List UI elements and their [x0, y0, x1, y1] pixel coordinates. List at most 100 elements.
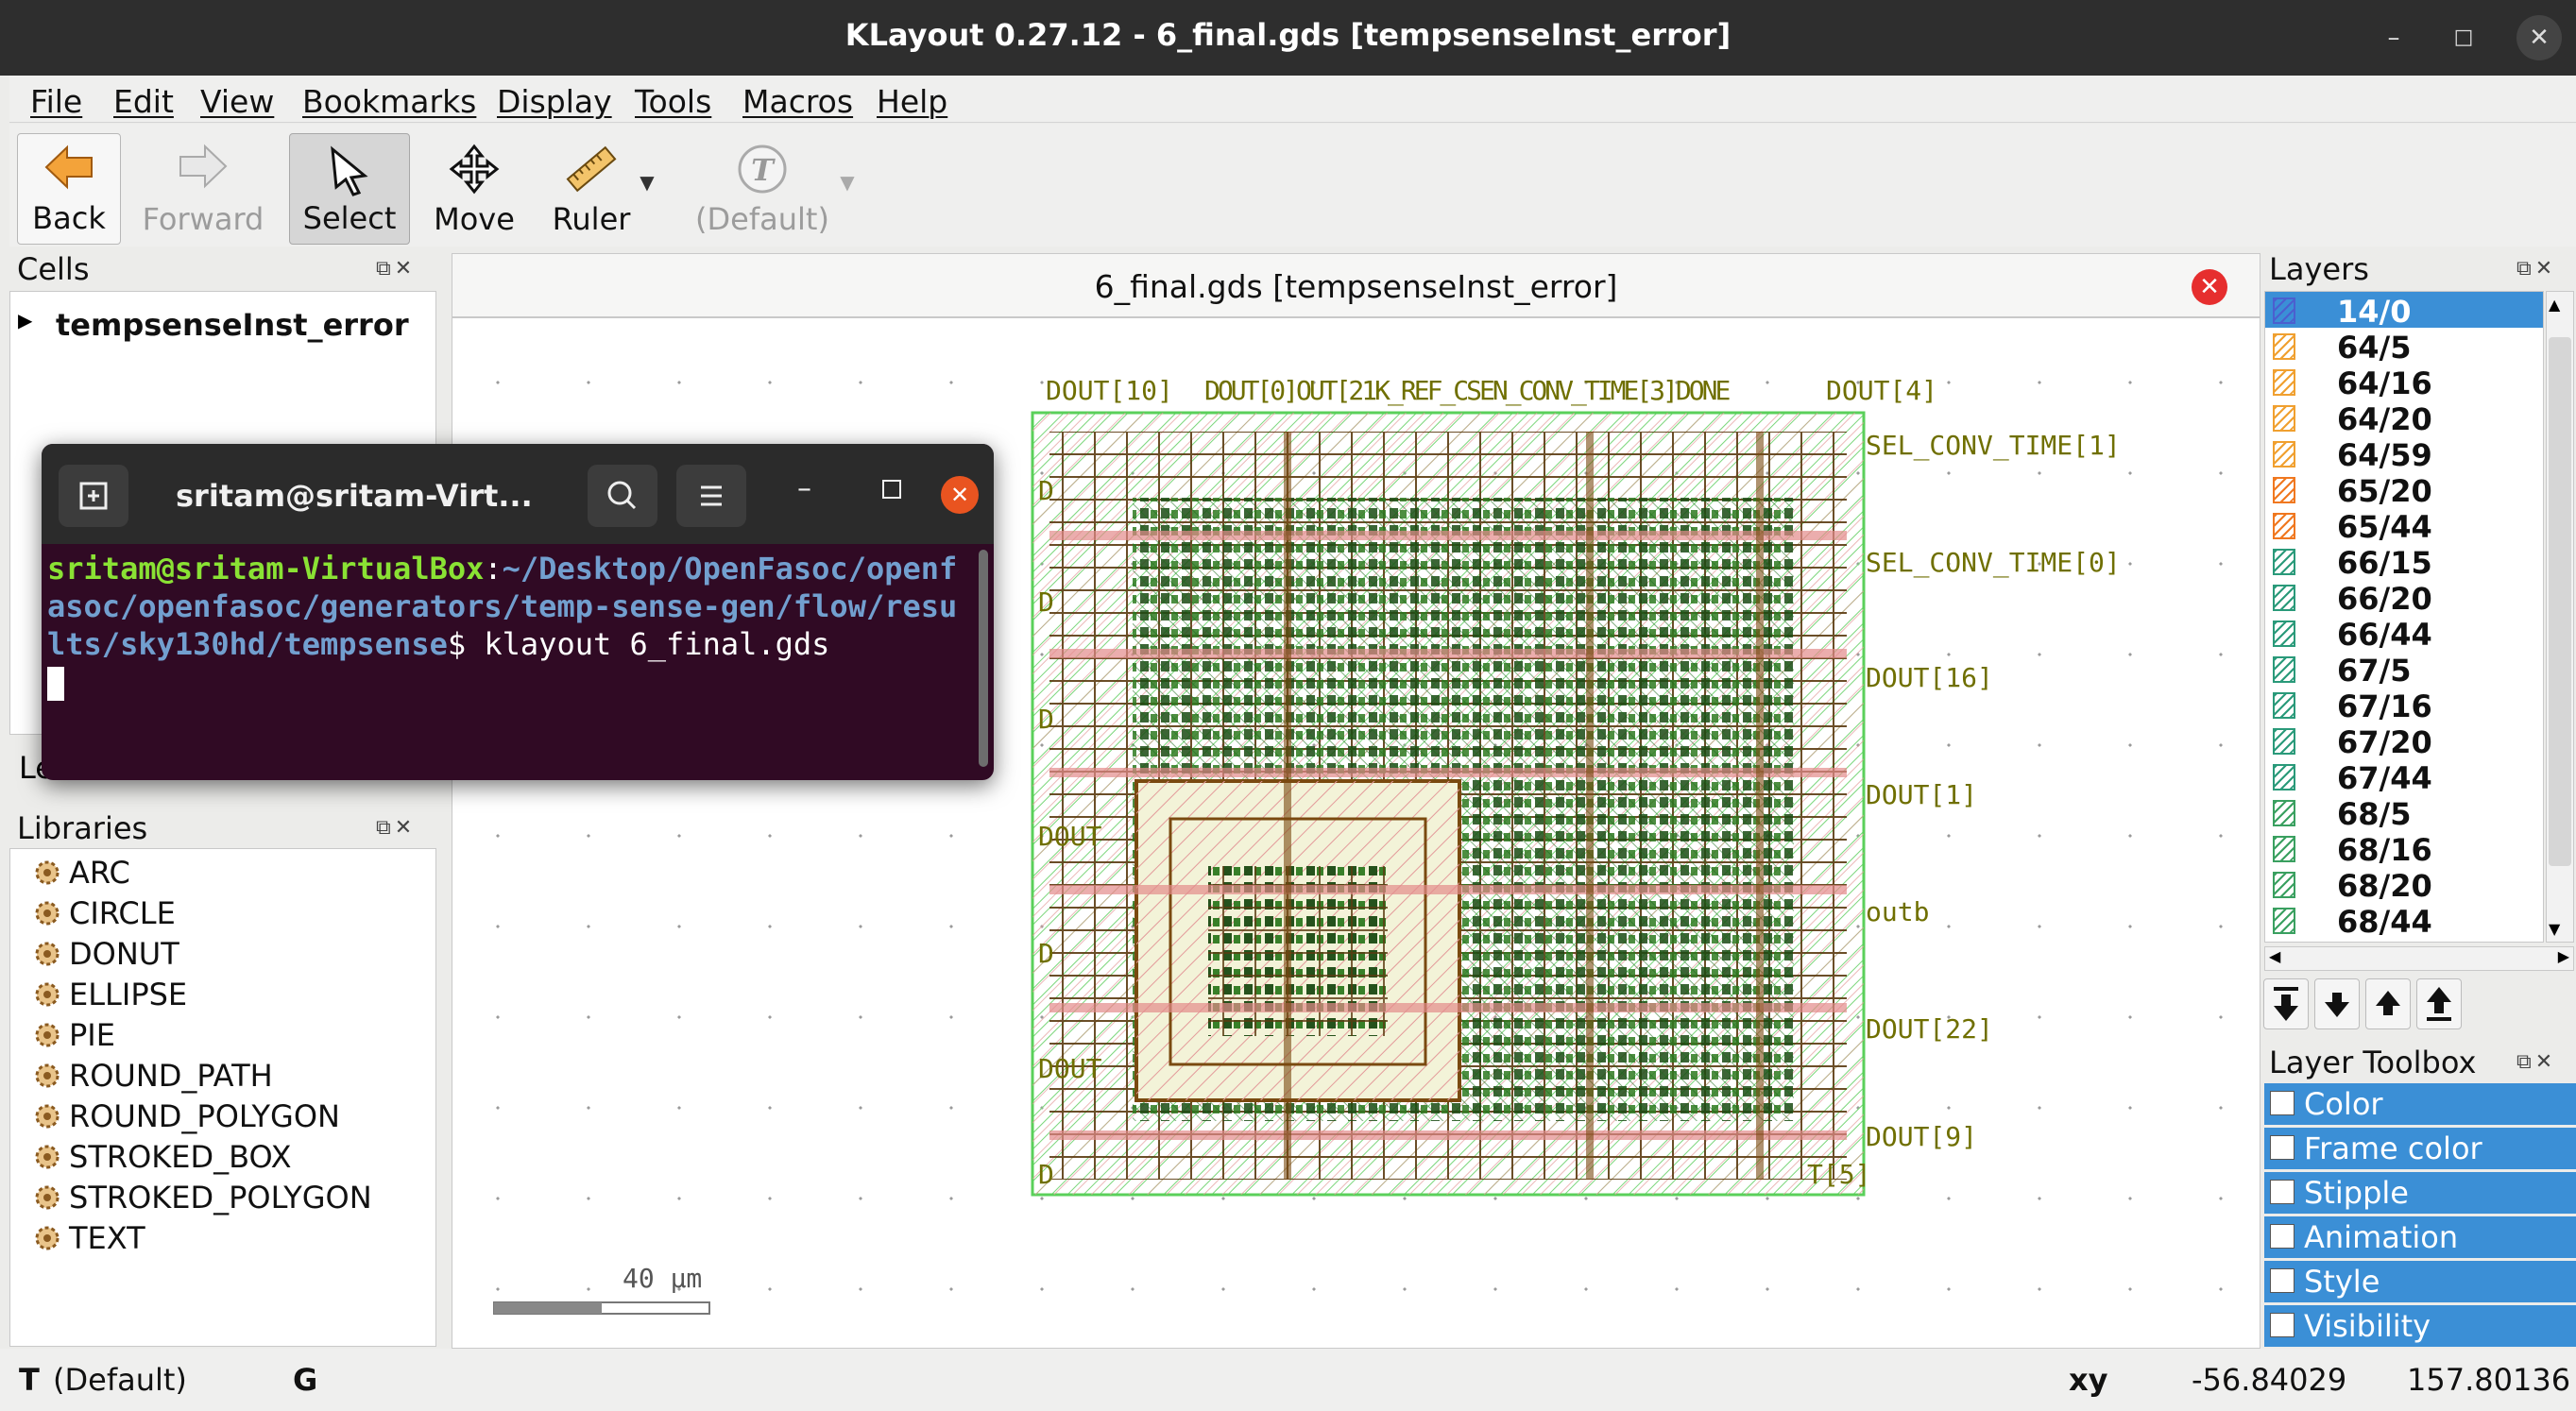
scroll-down-icon[interactable]: ▼	[2549, 920, 2560, 938]
toolbox-item-label: Style	[2304, 1264, 2380, 1300]
layer-item[interactable]: 67/5	[2265, 651, 2543, 688]
layer-item[interactable]: 64/5	[2265, 328, 2543, 366]
text-default-button[interactable]: T (Default)	[686, 133, 839, 245]
toolbox-visibility[interactable]: Visibility	[2264, 1305, 2576, 1347]
layer-item[interactable]: 68/44	[2265, 902, 2543, 940]
terminal-window[interactable]: sritam@sritam-Virt... – ✕ sritam@sritam-…	[42, 444, 994, 780]
library-item[interactable]: ROUND_POLYGON	[35, 1098, 340, 1134]
back-button[interactable]: Back	[17, 133, 121, 245]
terminal-maximize-icon[interactable]	[882, 480, 901, 499]
library-item-label: ROUND_POLYGON	[69, 1098, 340, 1134]
layer-item[interactable]: 68/5	[2265, 794, 2543, 832]
cells-panel-controls-icon[interactable]: ⧉✕	[376, 257, 416, 280]
toolbox-style[interactable]: Style	[2264, 1261, 2576, 1302]
layout-view-tab[interactable]: 6_final.gds [tempsenseInst_error] ✕	[452, 253, 2260, 317]
terminal-scrollbar[interactable]	[979, 550, 988, 767]
layer-item[interactable]: 65/20	[2265, 471, 2543, 509]
move-layer-down-icon[interactable]	[2314, 978, 2360, 1029]
layer-item[interactable]: 64/20	[2265, 400, 2543, 437]
menu-edit[interactable]: Edit	[113, 83, 174, 120]
layer-item[interactable]: 68/16	[2265, 830, 2543, 868]
layer-swatch	[2273, 908, 2295, 934]
terminal-menu-button[interactable]	[676, 465, 746, 527]
layer-item[interactable]: 67/20	[2265, 722, 2543, 760]
menu-macros[interactable]: Macros	[742, 83, 853, 120]
scroll-right-icon[interactable]: ▶	[2558, 947, 2569, 965]
toolbox-color[interactable]: Color	[2264, 1083, 2576, 1125]
layers-scrollbar[interactable]: ▲ ▼	[2546, 291, 2574, 943]
library-item[interactable]: TEXT	[35, 1220, 145, 1256]
library-item[interactable]: ROUND_PATH	[35, 1058, 273, 1094]
move-layer-up-icon[interactable]	[2365, 978, 2411, 1029]
library-item[interactable]: CIRCLE	[35, 895, 176, 931]
layer-name: 66/15	[2337, 545, 2432, 581]
checkbox[interactable]	[2270, 1268, 2295, 1293]
minimize-button[interactable]: –	[2371, 15, 2416, 60]
layer-item[interactable]: 64/59	[2265, 435, 2543, 473]
move-arrows-icon	[449, 144, 500, 195]
toolbox-panel-controls-icon[interactable]: ⧉✕	[2516, 1050, 2556, 1074]
library-item[interactable]: DONUT	[35, 936, 179, 972]
layer-item[interactable]: 66/44	[2265, 615, 2543, 653]
default-dropdown-arrow-icon[interactable]: ▼	[833, 171, 862, 199]
checkbox[interactable]	[2270, 1135, 2295, 1160]
move-layer-top-icon[interactable]	[2416, 978, 2462, 1029]
forward-button[interactable]: Forward	[132, 133, 274, 245]
close-view-icon[interactable]: ✕	[2192, 269, 2227, 305]
maximize-button[interactable]: □	[2441, 15, 2486, 60]
layer-item[interactable]: 68/20	[2265, 866, 2543, 904]
hamburger-menu-icon	[701, 485, 722, 506]
scroll-thumb[interactable]	[2549, 337, 2571, 866]
scroll-up-icon[interactable]: ▲	[2549, 296, 2560, 314]
library-item[interactable]: PIE	[35, 1017, 115, 1053]
terminal-close-icon[interactable]: ✕	[941, 476, 979, 514]
move-button[interactable]: Move	[418, 133, 531, 245]
new-tab-button[interactable]	[59, 465, 128, 527]
layer-item[interactable]: 14/0	[2265, 292, 2543, 330]
menu-file[interactable]: File	[30, 83, 82, 120]
layer-item[interactable]: 64/16	[2265, 364, 2543, 401]
layer-item[interactable]: 67/16	[2265, 687, 2543, 724]
layers-hscrollbar[interactable]: ◀ ▶	[2264, 946, 2574, 971]
library-item[interactable]: STROKED_BOX	[35, 1139, 292, 1175]
scroll-left-icon[interactable]: ◀	[2269, 947, 2280, 965]
layer-item[interactable]: 66/15	[2265, 543, 2543, 581]
layer-item[interactable]: 66/20	[2265, 579, 2543, 617]
checkbox[interactable]	[2270, 1180, 2295, 1204]
checkbox[interactable]	[2270, 1224, 2295, 1249]
library-item[interactable]: STROKED_POLYGON	[35, 1180, 372, 1216]
menu-help[interactable]: Help	[877, 83, 947, 120]
terminal-output[interactable]: sritam@sritam-VirtualBox:~/Desktop/OpenF…	[47, 550, 975, 701]
menu-view[interactable]: View	[200, 83, 274, 120]
library-item-label: ELLIPSE	[69, 977, 188, 1012]
library-item[interactable]: ELLIPSE	[35, 977, 188, 1012]
library-item[interactable]: ARC	[35, 855, 130, 891]
expand-arrow-icon[interactable]: ▶	[18, 309, 32, 332]
ruler-dropdown-arrow-icon[interactable]: ▼	[633, 171, 661, 199]
layer-name: 65/44	[2337, 509, 2432, 545]
menu-tools[interactable]: Tools	[635, 83, 711, 120]
toolbox-frame-color[interactable]: Frame color	[2264, 1128, 2576, 1169]
layer-name: 68/20	[2337, 868, 2432, 904]
menu-bookmarks[interactable]: Bookmarks	[302, 83, 476, 120]
libraries-panel-controls-icon[interactable]: ⧉✕	[376, 816, 416, 840]
select-button[interactable]: Select	[289, 133, 410, 245]
toolbox-animation[interactable]: Animation	[2264, 1216, 2576, 1258]
checkbox[interactable]	[2270, 1313, 2295, 1337]
layers-panel-controls-icon[interactable]: ⧉✕	[2516, 257, 2556, 280]
ruler-button[interactable]: Ruler	[535, 133, 648, 245]
layer-swatch	[2273, 692, 2295, 719]
terminal-minimize-icon[interactable]: –	[797, 472, 811, 505]
terminal-search-button[interactable]	[588, 465, 657, 527]
toolbox-stipple[interactable]: Stipple	[2264, 1172, 2576, 1214]
move-layer-bottom-icon[interactable]	[2263, 978, 2309, 1029]
layer-item[interactable]: 67/44	[2265, 758, 2543, 796]
xy-label: xy	[2069, 1362, 2108, 1398]
checkbox[interactable]	[2270, 1091, 2295, 1115]
layer-item[interactable]: 65/44	[2265, 507, 2543, 545]
close-window-button[interactable]: ✕	[2516, 15, 2562, 60]
top-cell-item[interactable]: tempsenseInst_error	[56, 307, 409, 343]
layer-swatch	[2273, 549, 2295, 575]
scale-bar-label: 40 µm	[623, 1263, 703, 1294]
menu-display[interactable]: Display	[497, 83, 612, 120]
